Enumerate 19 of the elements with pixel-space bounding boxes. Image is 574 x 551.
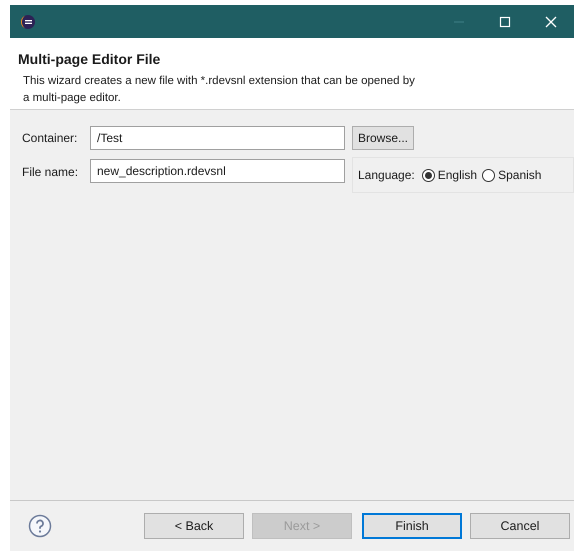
- app-icon: [20, 14, 36, 30]
- help-icon[interactable]: [28, 514, 52, 538]
- radio-option[interactable]: English: [422, 166, 478, 184]
- field-label: Language:: [358, 167, 415, 184]
- container-field[interactable]: /Test: [90, 126, 345, 150]
- page-description: This wizard creates a new file with *.rdevsnl extension that can be opened by a multi-page editor.: [23, 74, 416, 106]
- field-label: File name:: [22, 164, 80, 181]
- radio-option[interactable]: Spanish: [482, 166, 542, 184]
- field-label: Container:: [22, 130, 78, 147]
- maximize-icon[interactable]: [498, 14, 512, 28]
- radio-button[interactable]: [422, 168, 435, 182]
- dialog-button[interactable]: < Back: [144, 513, 244, 539]
- radio-button[interactable]: [482, 168, 496, 182]
- dialog-button[interactable]: Finish: [362, 513, 462, 539]
- close-icon[interactable]: [544, 14, 558, 28]
- file-name-field[interactable]: new_description.rdevsnl: [90, 159, 345, 183]
- browse-button[interactable]: Browse...: [352, 126, 414, 150]
- dialog-button[interactable]: Cancel: [470, 513, 570, 539]
- page-title: Multi-page Editor File: [18, 50, 160, 68]
